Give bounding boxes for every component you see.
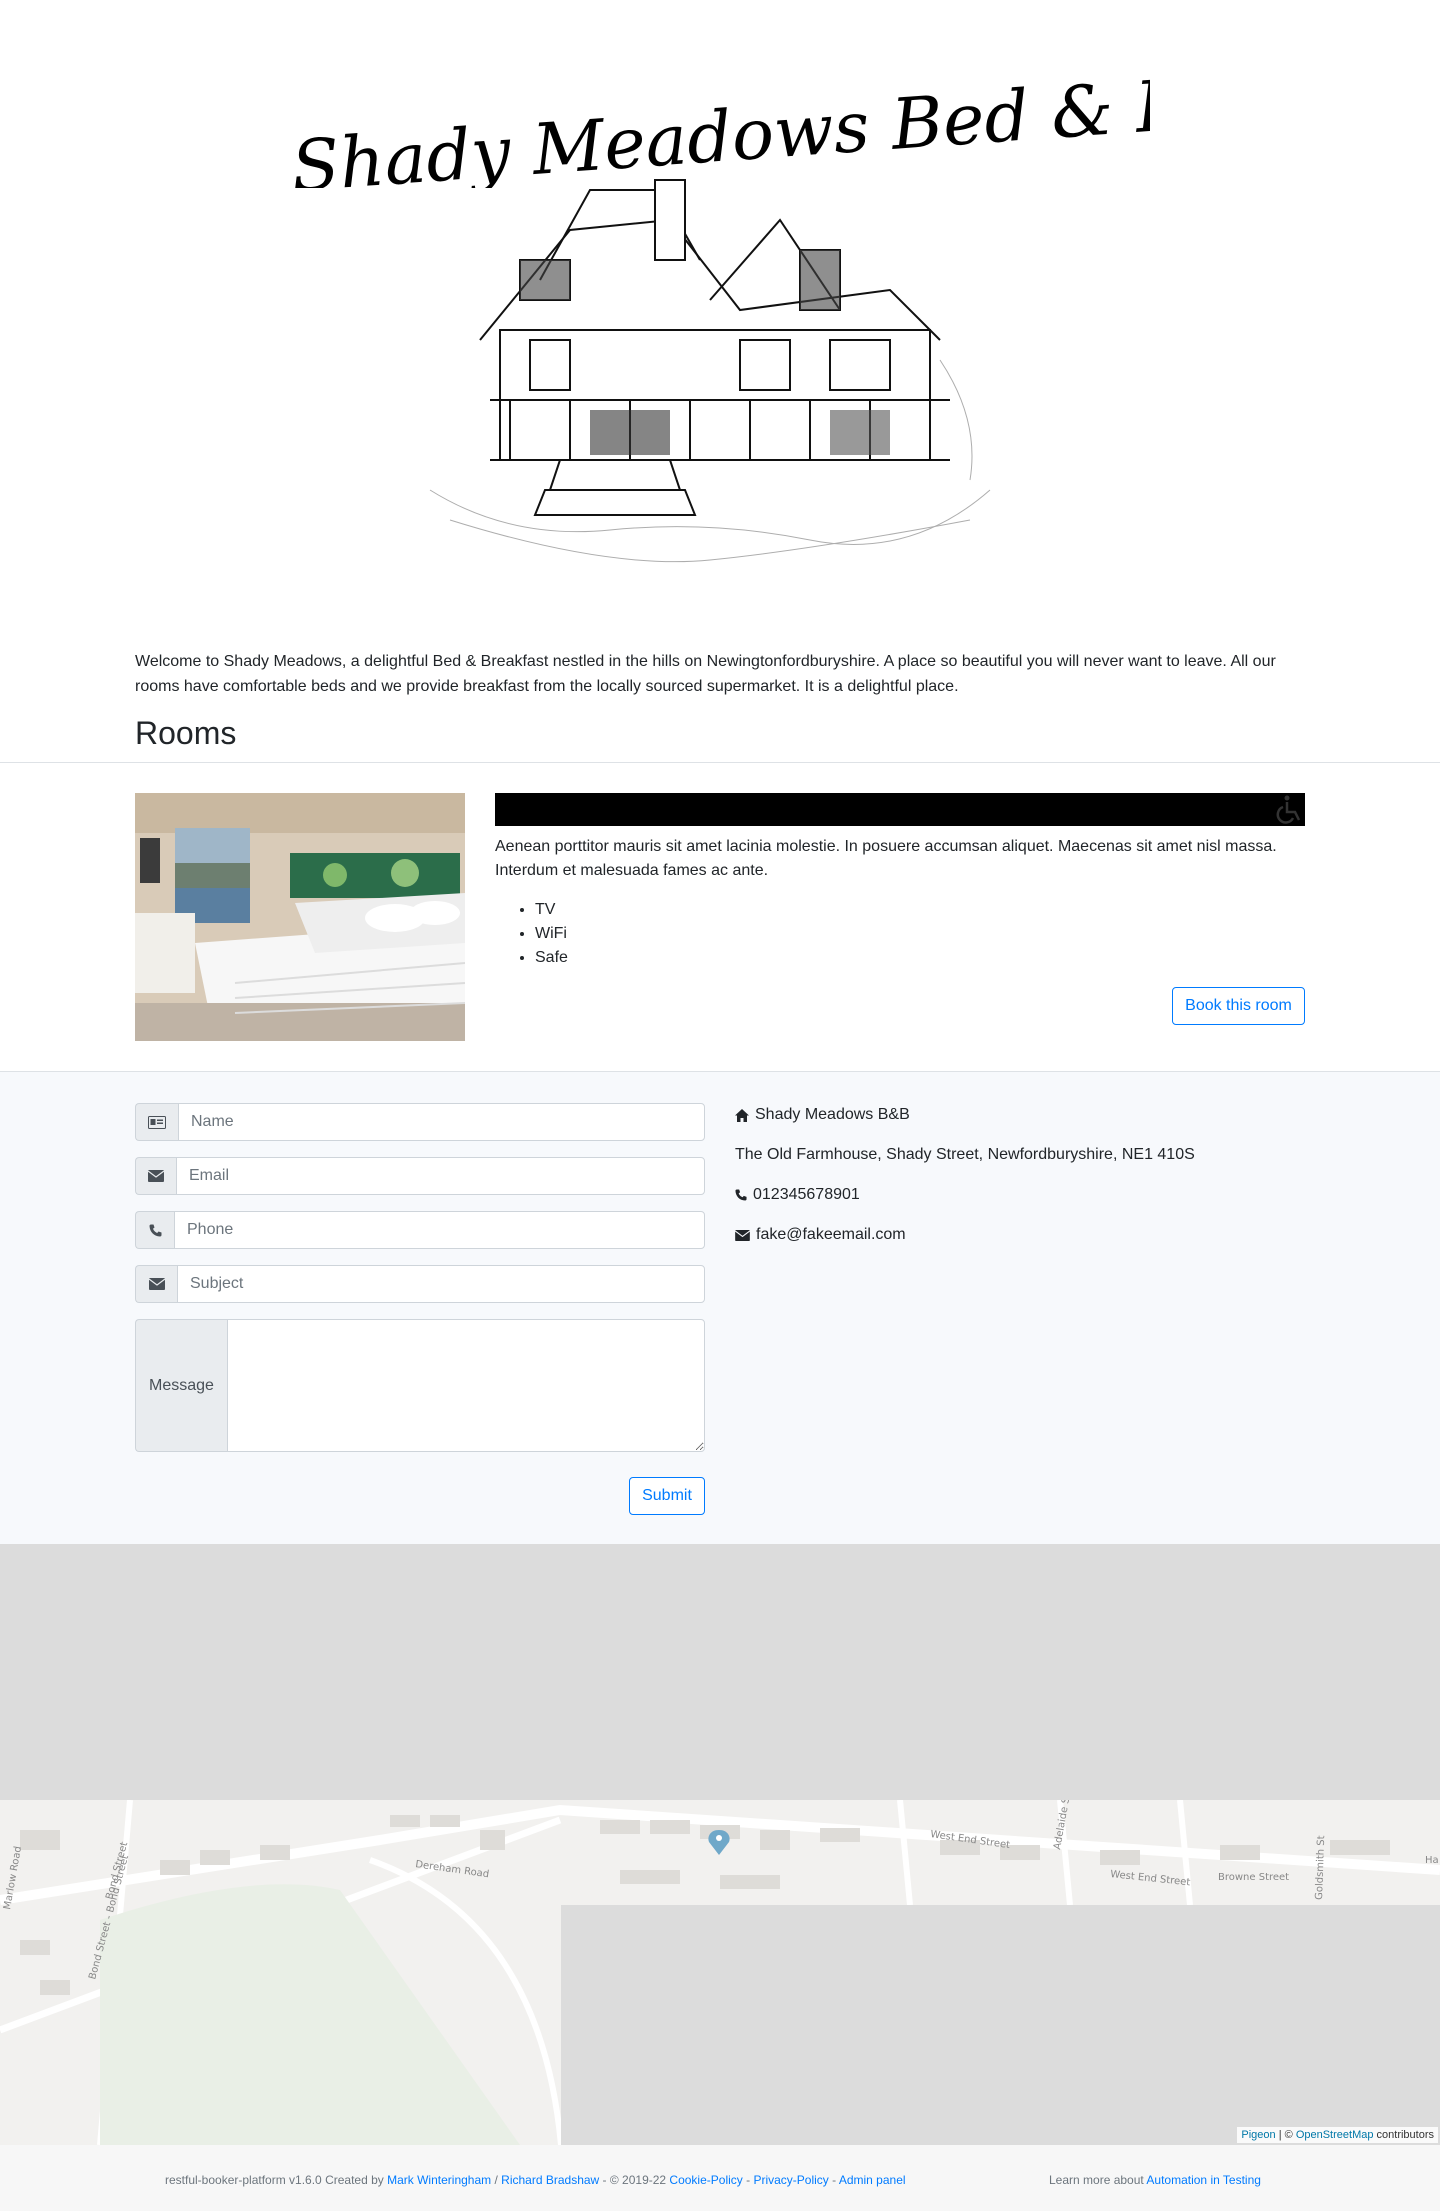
intro-text: Welcome to Shady Meadows, a delightful B…: [135, 653, 1276, 695]
map-loading-tile: [0, 1544, 1440, 1800]
contact-section: Message Submit Shady Meadows B&B The Old…: [0, 1071, 1440, 1545]
phone-input-group: [135, 1211, 705, 1249]
automation-in-testing-link[interactable]: Automation in Testing: [1146, 2173, 1261, 2187]
footer-separator: -: [828, 2173, 839, 2187]
email-line: fake@fakeemail.com: [735, 1223, 906, 1247]
map-loading-tile: [561, 1905, 1440, 2145]
room-image: [135, 793, 465, 1041]
footer-learn-more: Learn more about Automation in Testing: [1049, 2173, 1261, 2187]
envelope-icon: [135, 1265, 177, 1303]
feature-item: WiFi: [535, 922, 568, 946]
name-input-group: [135, 1103, 705, 1141]
cookie-policy-link[interactable]: Cookie-Policy: [669, 2173, 742, 2187]
phone-field[interactable]: [174, 1211, 705, 1249]
business-email: fake@fakeemail.com: [756, 1226, 906, 1243]
phone-icon: [735, 1189, 747, 1201]
submit-button[interactable]: Submit: [629, 1477, 705, 1515]
privacy-policy-link[interactable]: Privacy-Policy: [753, 2173, 828, 2187]
street-label: Goldsmith St: [1314, 1835, 1327, 1900]
learn-more-prefix: Learn more about: [1049, 2173, 1147, 2187]
room-features-list: TV WiFi Safe: [495, 898, 568, 970]
footer-separator: -: [742, 2173, 754, 2187]
envelope-icon: [135, 1157, 176, 1195]
pigeon-link[interactable]: Pigeon: [1241, 2129, 1275, 2141]
wheelchair-icon: [1276, 795, 1301, 824]
message-label: Message: [135, 1319, 227, 1452]
openstreetmap-link[interactable]: OpenStreetMap: [1296, 2129, 1374, 2141]
book-room-button[interactable]: Book this room: [1172, 987, 1305, 1025]
author-link-richard[interactable]: Richard Bradshaw: [501, 2173, 599, 2187]
footer-separator: /: [491, 2173, 502, 2187]
footer-credits: restful-booker-platform v1.6.0 Created b…: [165, 2173, 906, 2187]
author-link-mark[interactable]: Mark Winteringham: [387, 2173, 491, 2187]
business-name: Shady Meadows B&B: [755, 1106, 910, 1123]
map[interactable]: Dereham Road West End Street West End St…: [0, 1800, 1440, 2145]
room-title-bar: [495, 793, 1305, 826]
business-address: The Old Farmhouse, Shady Street, Newford…: [735, 1146, 1195, 1163]
rooms-heading: Rooms: [135, 715, 237, 751]
subject-input-group: [135, 1265, 705, 1303]
name-field[interactable]: [178, 1103, 705, 1141]
attribution-suffix: contributors: [1373, 2129, 1434, 2141]
business-name-line: Shady Meadows B&B: [735, 1103, 910, 1127]
message-input-group: Message: [135, 1319, 705, 1452]
subject-field[interactable]: [177, 1265, 705, 1303]
envelope-icon: [735, 1229, 750, 1241]
email-field[interactable]: [176, 1157, 705, 1195]
address-line: The Old Farmhouse, Shady Street, Newford…: [735, 1143, 1195, 1167]
feature-item: TV: [535, 898, 568, 922]
room-description: Aenean porttitor mauris sit amet lacinia…: [495, 838, 1277, 879]
admin-panel-link[interactable]: Admin panel: [839, 2173, 906, 2187]
feature-item: Safe: [535, 946, 568, 970]
street-label: Browne Street: [1218, 1872, 1289, 1883]
street-label: Ha: [1425, 1855, 1439, 1866]
email-input-group: [135, 1157, 705, 1195]
house-illustration: [429, 179, 991, 563]
map-attribution: Pigeon | © OpenStreetMap contributors: [1237, 2127, 1438, 2143]
attribution-separator: | ©: [1275, 2129, 1296, 2141]
phone-line: 012345678901: [735, 1183, 860, 1207]
message-field[interactable]: [227, 1319, 705, 1452]
id-card-icon: [135, 1103, 178, 1141]
business-phone: 012345678901: [753, 1186, 860, 1203]
footer-prefix: restful-booker-platform v1.6.0 Created b…: [165, 2173, 388, 2187]
hero-logo: Shady Meadows Bed & Breakfast: [0, 0, 1440, 620]
footer: restful-booker-platform v1.6.0 Created b…: [0, 2145, 1440, 2211]
home-icon: [735, 1108, 749, 1122]
footer-copyright: - © 2019-22: [599, 2173, 670, 2187]
phone-icon: [135, 1211, 174, 1249]
rooms-divider: [0, 762, 1440, 763]
